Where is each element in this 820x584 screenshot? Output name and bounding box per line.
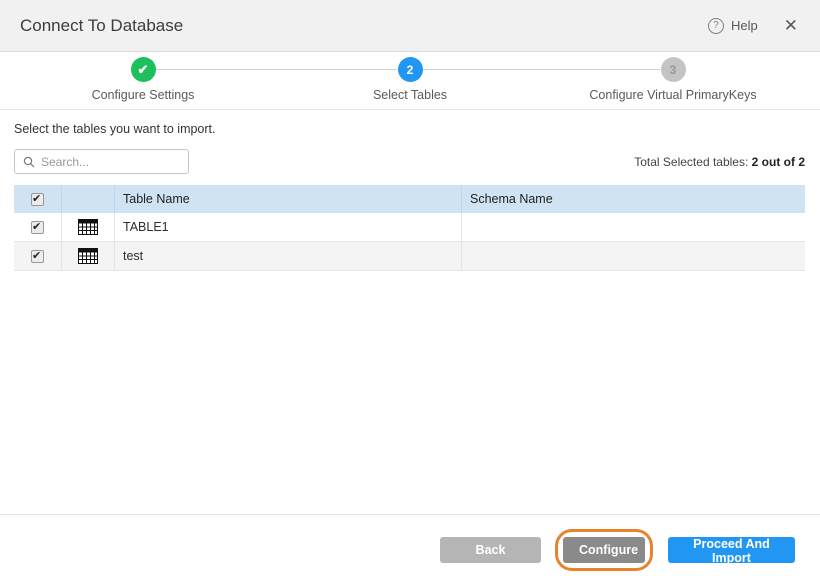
check-icon: ✔	[138, 63, 149, 76]
schema-name-cell	[462, 213, 805, 241]
step-done-circle: ✔	[131, 57, 156, 82]
search-box[interactable]	[14, 149, 189, 174]
table-name-cell: TABLE1	[115, 213, 462, 241]
table-header-row: Table Name Schema Name	[14, 185, 805, 213]
step-label: Select Tables	[295, 88, 525, 102]
help-label: Help	[731, 18, 758, 33]
close-icon[interactable]: ✕	[784, 17, 798, 34]
row-checkbox-cell	[14, 242, 62, 270]
row-icon-cell	[62, 242, 115, 270]
step-label: Configure Virtual PrimaryKeys	[558, 88, 788, 102]
column-header-table-name: Table Name	[115, 185, 462, 213]
table-grid-icon	[78, 219, 98, 235]
column-header-schema-name: Schema Name	[462, 185, 805, 213]
table-row[interactable]: test	[14, 242, 805, 271]
select-all-checkbox[interactable]	[31, 193, 44, 206]
back-button[interactable]: Back	[440, 537, 541, 563]
step-pending-circle: 3	[661, 57, 686, 82]
table-name-cell: test	[115, 242, 462, 270]
stepper: ✔ Configure Settings 2 Select Tables 3 C…	[0, 52, 820, 110]
header-icon-cell	[62, 185, 115, 213]
page-title: Connect To Database	[20, 16, 708, 36]
row-checkbox[interactable]	[31, 250, 44, 263]
search-input[interactable]	[41, 155, 180, 169]
connect-to-database-dialog: Connect To Database ? Help ✕ ✔ Configure…	[0, 0, 820, 584]
summary-label: Total Selected tables:	[634, 155, 748, 169]
dialog-footer: Back Configure Proceed And Import	[0, 514, 820, 584]
header-checkbox-cell	[14, 185, 62, 213]
proceed-and-import-button[interactable]: Proceed And Import	[668, 537, 795, 563]
row-checkbox-cell	[14, 213, 62, 241]
step-configure-virtual-primarykeys[interactable]: 3 Configure Virtual PrimaryKeys	[558, 57, 788, 102]
step-active-circle: 2	[398, 57, 423, 82]
configure-highlight-annotation: Configure	[555, 529, 653, 571]
step-number: 2	[407, 63, 414, 77]
summary-value: 2 out of 2	[752, 155, 805, 169]
configure-button[interactable]: Configure	[563, 537, 645, 563]
help-icon: ?	[708, 18, 724, 34]
schema-name-cell	[462, 242, 805, 270]
main-content: Select the tables you want to import. To…	[0, 110, 820, 271]
step-number: 3	[670, 63, 677, 77]
step-configure-settings[interactable]: ✔ Configure Settings	[28, 57, 258, 102]
tables-table: Table Name Schema Name	[14, 185, 805, 271]
row-checkbox[interactable]	[31, 221, 44, 234]
dialog-header: Connect To Database ? Help ✕	[0, 0, 820, 52]
help-button[interactable]: ? Help	[708, 18, 758, 34]
step-label: Configure Settings	[28, 88, 258, 102]
step-select-tables[interactable]: 2 Select Tables	[295, 57, 525, 102]
row-icon-cell	[62, 213, 115, 241]
toolbar-row: Total Selected tables: 2 out of 2	[14, 149, 805, 174]
table-row[interactable]: TABLE1	[14, 213, 805, 242]
selected-tables-summary: Total Selected tables: 2 out of 2	[634, 155, 805, 169]
instruction-text: Select the tables you want to import.	[14, 122, 805, 136]
search-icon	[23, 156, 35, 168]
table-grid-icon	[78, 248, 98, 264]
